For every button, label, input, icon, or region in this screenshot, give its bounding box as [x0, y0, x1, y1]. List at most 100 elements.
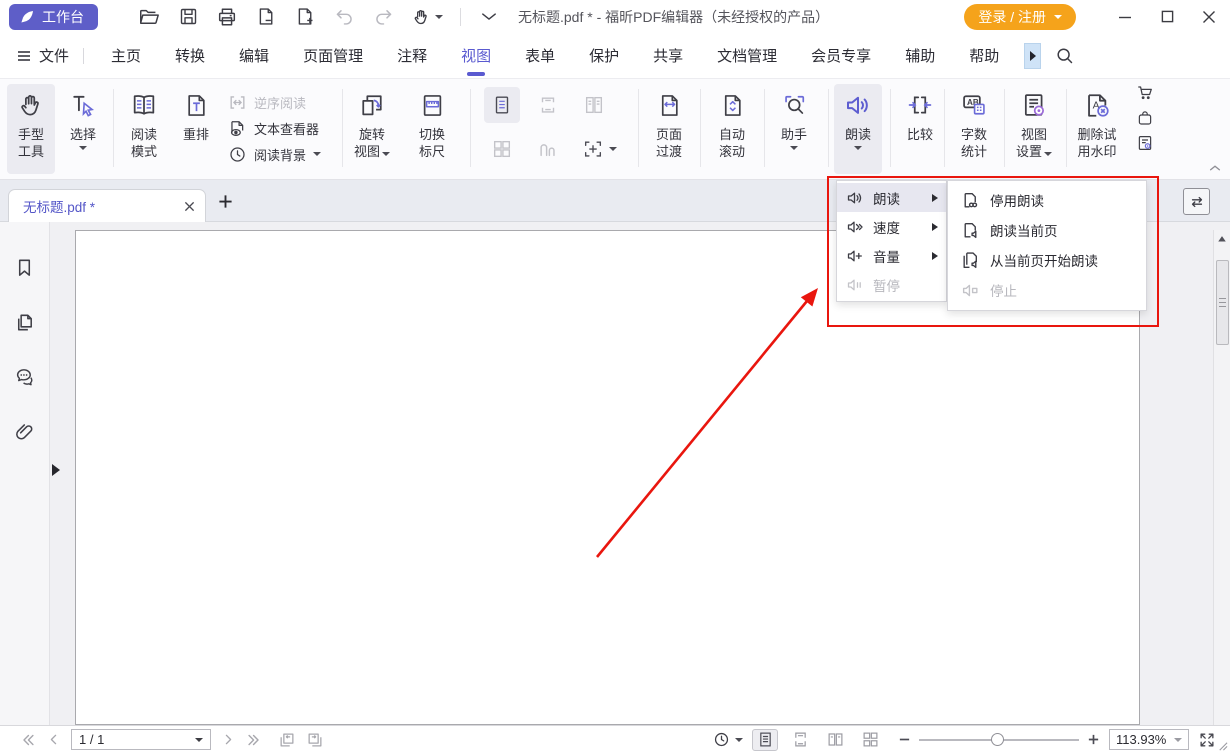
reflow-button[interactable]: 重排 [172, 84, 220, 174]
swap-panels-button[interactable] [1183, 188, 1210, 215]
rotate-view-button[interactable]: 旋转视图 [348, 84, 396, 174]
comments-icon[interactable] [13, 366, 36, 389]
facing-continuous-view-button[interactable] [857, 729, 883, 751]
search-icon[interactable] [1054, 45, 1075, 66]
window-resize-grip[interactable] [1217, 740, 1228, 751]
paperclip-icon[interactable] [13, 421, 36, 444]
menu-item-read-aloud[interactable]: 朗读 [837, 183, 946, 212]
page-speaker-icon [960, 221, 980, 240]
menu-member[interactable]: 会员专享 [811, 33, 871, 78]
collapse-ribbon-icon[interactable] [1208, 161, 1222, 175]
collapse-toolbar-icon[interactable] [474, 4, 504, 30]
menu-comment[interactable]: 注释 [397, 33, 427, 78]
print-icon[interactable] [212, 4, 242, 30]
facing-layout-button[interactable] [576, 87, 612, 123]
read-background-button[interactable]: 阅读背景 [228, 141, 340, 167]
menu-protect[interactable]: 保护 [589, 33, 619, 78]
menu-item-volume[interactable]: 音量 [837, 241, 946, 270]
menu-item-stop[interactable]: 停止 [948, 275, 1146, 305]
last-page-button[interactable] [246, 732, 262, 748]
cart-icon[interactable] [1136, 83, 1155, 102]
menu-home[interactable]: 主页 [111, 33, 141, 78]
read-mode-clock-button[interactable] [713, 731, 743, 748]
continuous-view-button[interactable] [787, 729, 813, 751]
remove-trial-watermark-button[interactable]: A 删除试用水印 [1068, 84, 1126, 174]
previous-view-button[interactable] [278, 731, 296, 749]
menu-overflow-button[interactable] [1024, 43, 1041, 69]
workspace-button[interactable]: 工作台 [9, 4, 98, 30]
next-page-button[interactable] [221, 732, 236, 747]
ruler-page-icon [419, 84, 446, 126]
quad-layout-button[interactable] [484, 131, 520, 167]
bag-icon[interactable] [1136, 109, 1154, 127]
previous-page-button[interactable] [46, 732, 61, 747]
close-button[interactable] [1188, 2, 1230, 32]
open-file-icon[interactable] [134, 4, 164, 30]
menu-edit[interactable]: 编辑 [239, 33, 269, 78]
vertical-scrollbar[interactable] [1213, 230, 1230, 725]
view-settings-button[interactable]: 视图设置 [1010, 84, 1058, 174]
menu-view[interactable]: 视图 [461, 33, 491, 78]
word-count-button[interactable]: AB 字数统计 [950, 84, 998, 174]
zoom-in-button[interactable] [1087, 733, 1100, 746]
continuous-facing-layout-button[interactable] [530, 131, 566, 167]
single-page-view-button[interactable] [752, 729, 778, 751]
menu-share[interactable]: 共享 [653, 33, 683, 78]
read-mode-button[interactable]: 阅读模式 [120, 84, 168, 174]
insert-page-icon[interactable] [290, 4, 320, 30]
first-page-button[interactable] [20, 732, 36, 748]
split-view-button[interactable] [576, 131, 622, 167]
maximize-button[interactable] [1146, 2, 1188, 32]
scroll-up-arrow[interactable] [1214, 230, 1230, 247]
menu-convert[interactable]: 转换 [175, 33, 205, 78]
next-view-button[interactable] [306, 731, 324, 749]
redo-icon[interactable] [368, 4, 398, 30]
new-tab-button[interactable] [218, 194, 233, 209]
toggle-ruler-button[interactable]: 切换标尺 [408, 84, 456, 174]
zoom-level-input[interactable]: 113.93% [1109, 729, 1189, 750]
document-tab[interactable]: 无标题.pdf * [8, 189, 206, 222]
menubar: 文件 主页 转换 编辑 页面管理 注释 视图 表单 保护 共享 文档管理 会员专… [0, 33, 1230, 79]
fullscreen-button[interactable] [1198, 731, 1216, 749]
single-page-layout-button[interactable] [484, 87, 520, 123]
auto-scroll-button[interactable]: 自动滚动 [708, 84, 756, 174]
hand-tool-button[interactable]: 手型工具 [7, 84, 55, 174]
compare-button[interactable]: 比较 [896, 84, 944, 174]
facing-view-button[interactable] [822, 729, 848, 751]
menu-item-read-from-current-page[interactable]: 从当前页开始朗读 [948, 245, 1146, 275]
scrollbar-thumb[interactable] [1216, 260, 1229, 345]
menu-help[interactable]: 帮助 [969, 33, 999, 78]
bookmark-icon[interactable] [13, 256, 36, 279]
text-viewer-button[interactable]: 文本查看器 [228, 115, 340, 141]
reverse-read-button[interactable]: 逆序阅读 [228, 89, 340, 115]
zoom-slider-thumb[interactable] [991, 733, 1004, 746]
menu-item-read-current-page[interactable]: 朗读当前页 [948, 215, 1146, 245]
undo-icon[interactable] [329, 4, 359, 30]
doc-settings-icon[interactable] [1136, 134, 1154, 152]
continuous-layout-button[interactable] [530, 87, 566, 123]
zoom-out-button[interactable] [898, 733, 911, 746]
assistant-button[interactable]: 助手 [770, 84, 818, 174]
pages-icon[interactable] [13, 311, 36, 334]
zoom-slider-track[interactable] [919, 739, 1079, 741]
menu-item-speed[interactable]: 速度 [837, 212, 946, 241]
menu-doc-management[interactable]: 文档管理 [717, 33, 777, 78]
login-register-button[interactable]: 登录 / 注册 [964, 4, 1076, 30]
hand-cursor-dropdown[interactable] [407, 4, 447, 30]
expand-sidebar-arrow[interactable] [52, 464, 60, 476]
read-aloud-button[interactable]: 朗读 [834, 84, 882, 174]
delete-page-icon[interactable] [251, 4, 281, 30]
menu-item-pause[interactable]: 暂停 [837, 270, 946, 299]
page-transition-button[interactable]: 页面过渡 [645, 84, 693, 174]
menu-accessibility[interactable]: 辅助 [905, 33, 935, 78]
menu-file[interactable]: 文件 [0, 45, 83, 66]
menu-item-deactivate-read[interactable]: 停用朗读 [948, 185, 1146, 215]
save-icon[interactable] [173, 4, 203, 30]
select-tool-button[interactable]: 选择 [59, 84, 107, 174]
page-layout-group [478, 85, 636, 175]
menu-form[interactable]: 表单 [525, 33, 555, 78]
minimize-button[interactable] [1104, 2, 1146, 32]
close-tab-icon[interactable] [184, 201, 195, 212]
page-number-dropdown[interactable]: 1 / 1 [71, 729, 211, 750]
menu-page-management[interactable]: 页面管理 [303, 33, 363, 78]
